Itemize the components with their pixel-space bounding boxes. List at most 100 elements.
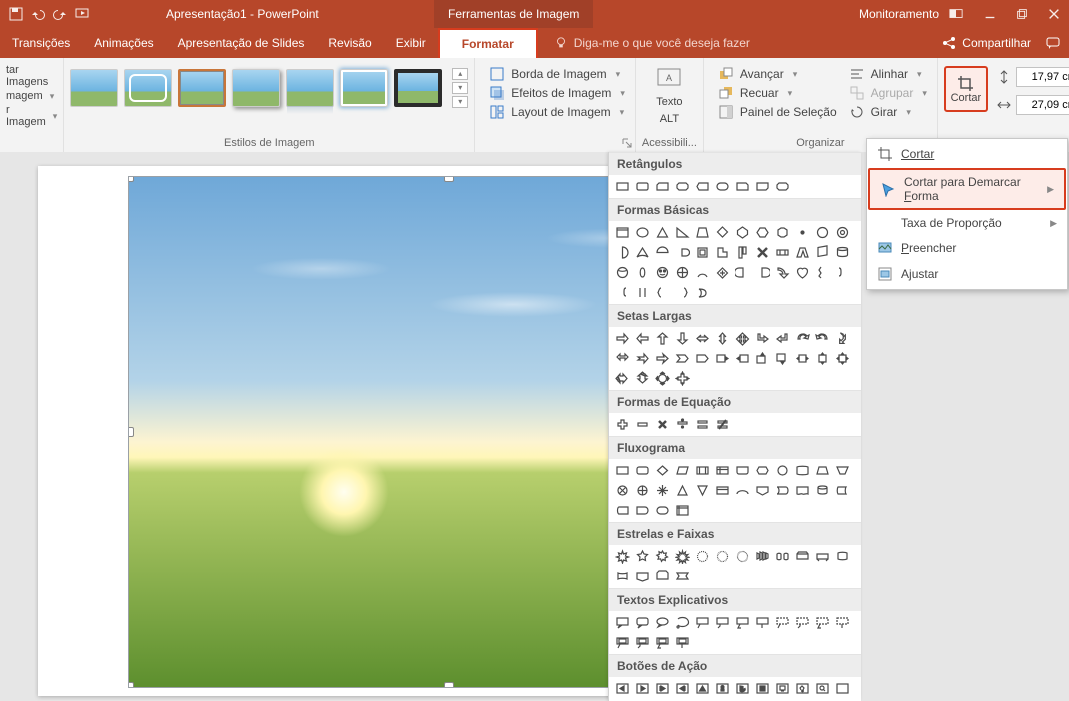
shape-icon[interactable] bbox=[635, 503, 650, 518]
shape-icon[interactable] bbox=[615, 179, 630, 194]
shape-icon[interactable] bbox=[655, 225, 670, 240]
shape-icon[interactable] bbox=[635, 569, 650, 584]
shape-icon[interactable] bbox=[715, 549, 730, 564]
shape-icon[interactable] bbox=[795, 331, 810, 346]
shape-icon[interactable] bbox=[715, 615, 730, 630]
style-gallery[interactable]: ▴▾▾ bbox=[70, 62, 468, 108]
shape-icon[interactable] bbox=[795, 549, 810, 564]
shape-icon[interactable] bbox=[735, 681, 750, 696]
shape-icon[interactable] bbox=[775, 331, 790, 346]
style-thumb[interactable] bbox=[286, 69, 334, 107]
shape-icon[interactable] bbox=[615, 265, 630, 280]
shape-icon[interactable] bbox=[815, 463, 830, 478]
menu-item-crop-to-shape[interactable]: Cortar para Demarcar Forma ▶ bbox=[868, 168, 1066, 210]
shape-icon[interactable] bbox=[615, 569, 630, 584]
comments-icon[interactable] bbox=[1045, 35, 1061, 51]
shape-icon[interactable] bbox=[615, 503, 630, 518]
menu-item-fill[interactable]: Preencher bbox=[867, 235, 1067, 261]
shape-icon[interactable] bbox=[655, 549, 670, 564]
shape-icon[interactable] bbox=[735, 615, 750, 630]
shape-icon[interactable] bbox=[655, 285, 670, 300]
shape-icon[interactable] bbox=[775, 615, 790, 630]
shape-icon[interactable] bbox=[835, 265, 850, 280]
shape-icon[interactable] bbox=[755, 483, 770, 498]
shape-icon[interactable] bbox=[675, 265, 690, 280]
shape-icon[interactable] bbox=[795, 265, 810, 280]
shape-icon[interactable] bbox=[635, 285, 650, 300]
shape-icon[interactable] bbox=[715, 265, 730, 280]
resize-handle[interactable] bbox=[444, 682, 454, 688]
resize-handle[interactable] bbox=[128, 176, 134, 182]
style-thumb-selected[interactable] bbox=[178, 69, 226, 107]
shape-icon[interactable] bbox=[695, 351, 710, 366]
shape-icon[interactable] bbox=[775, 245, 790, 260]
align-button[interactable]: Alinhar▾ bbox=[849, 66, 927, 82]
shape-icon[interactable] bbox=[735, 245, 750, 260]
shape-icon[interactable] bbox=[735, 463, 750, 478]
shape-icon[interactable] bbox=[675, 331, 690, 346]
shape-icon[interactable] bbox=[655, 245, 670, 260]
shape-icon[interactable] bbox=[655, 463, 670, 478]
style-thumb[interactable] bbox=[394, 69, 442, 107]
share-button[interactable]: Compartilhar bbox=[941, 35, 1031, 51]
tell-me-search[interactable]: Diga-me o que você deseja fazer bbox=[538, 28, 750, 58]
shape-icon[interactable] bbox=[675, 225, 690, 240]
display-mode-icon[interactable] bbox=[949, 7, 963, 21]
shape-icon[interactable] bbox=[635, 463, 650, 478]
shape-icon[interactable] bbox=[835, 463, 850, 478]
style-gallery-scroll[interactable]: ▴▾▾ bbox=[452, 68, 468, 108]
shape-icon[interactable] bbox=[695, 245, 710, 260]
shape-icon[interactable] bbox=[735, 483, 750, 498]
shape-icon[interactable] bbox=[835, 245, 850, 260]
ribbon-item-magem[interactable]: magem▾ bbox=[6, 90, 57, 102]
shape-icon[interactable] bbox=[695, 463, 710, 478]
shape-icon[interactable] bbox=[775, 225, 790, 240]
shape-icon[interactable] bbox=[815, 351, 830, 366]
shape-icon[interactable] bbox=[695, 681, 710, 696]
width-input[interactable]: ▴▾ bbox=[996, 94, 1069, 116]
shape-icon[interactable] bbox=[675, 371, 690, 386]
shape-icon[interactable] bbox=[775, 681, 790, 696]
shape-icon[interactable] bbox=[775, 483, 790, 498]
shape-icon[interactable] bbox=[755, 225, 770, 240]
shape-icon[interactable] bbox=[735, 351, 750, 366]
shape-icon[interactable] bbox=[615, 417, 630, 432]
shape-icon[interactable] bbox=[615, 351, 630, 366]
shape-icon[interactable] bbox=[815, 331, 830, 346]
shape-icon[interactable] bbox=[655, 681, 670, 696]
shape-icon[interactable] bbox=[635, 225, 650, 240]
shape-icon[interactable] bbox=[635, 417, 650, 432]
shape-icon[interactable] bbox=[795, 615, 810, 630]
picture-layout-button[interactable]: Layout de Imagem▾ bbox=[489, 104, 625, 120]
shape-icon[interactable] bbox=[835, 483, 850, 498]
shape-icon[interactable] bbox=[675, 285, 690, 300]
shape-icon[interactable] bbox=[635, 179, 650, 194]
picture-border-button[interactable]: Borda de Imagem▾ bbox=[489, 66, 625, 82]
shape-icon[interactable] bbox=[655, 179, 670, 194]
alt-text-button[interactable]: A TextoALT bbox=[642, 62, 697, 130]
shape-icon[interactable] bbox=[775, 463, 790, 478]
shape-icon[interactable] bbox=[835, 615, 850, 630]
shape-icon[interactable] bbox=[735, 225, 750, 240]
tab-formatar[interactable]: Formatar bbox=[438, 28, 538, 58]
shape-icon[interactable] bbox=[715, 331, 730, 346]
tab-apresentacao[interactable]: Apresentação de Slides bbox=[166, 28, 317, 58]
shape-icon[interactable] bbox=[835, 681, 850, 696]
shape-icon[interactable] bbox=[795, 225, 810, 240]
shape-icon[interactable] bbox=[615, 331, 630, 346]
shape-icon[interactable] bbox=[655, 569, 670, 584]
shape-icon[interactable] bbox=[655, 503, 670, 518]
bring-forward-button[interactable]: Avançar▾ bbox=[718, 66, 837, 82]
shape-icon[interactable] bbox=[695, 331, 710, 346]
shape-icon[interactable] bbox=[695, 549, 710, 564]
shape-icon[interactable] bbox=[755, 681, 770, 696]
tab-exibir[interactable]: Exibir bbox=[384, 28, 438, 58]
rotate-button[interactable]: Girar▾ bbox=[849, 104, 927, 120]
shape-icon[interactable] bbox=[695, 285, 710, 300]
shape-icon[interactable] bbox=[815, 245, 830, 260]
shape-icon[interactable] bbox=[615, 549, 630, 564]
shape-icon[interactable] bbox=[755, 463, 770, 478]
shape-icon[interactable] bbox=[615, 635, 630, 650]
menu-item-aspect-ratio[interactable]: Taxa de Proporção ▶ bbox=[867, 211, 1067, 235]
shape-icon[interactable] bbox=[755, 245, 770, 260]
